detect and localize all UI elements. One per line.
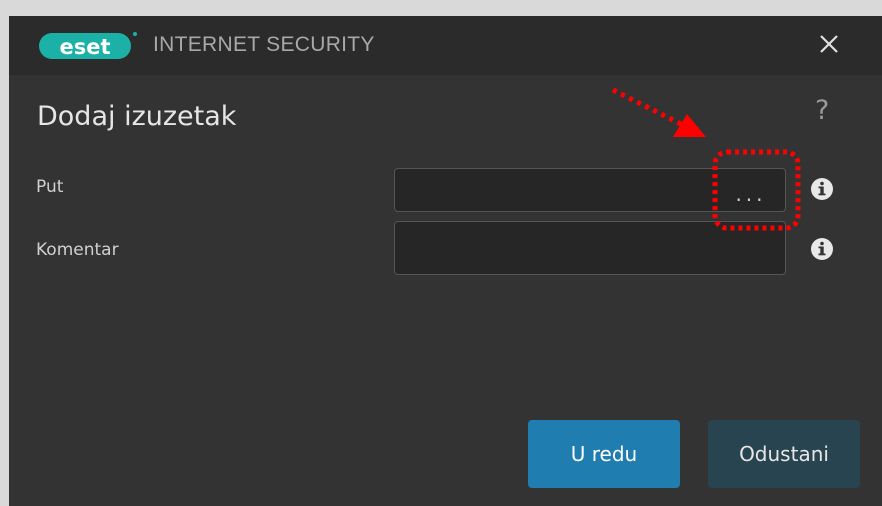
path-info-icon[interactable] <box>810 177 834 201</box>
arrow-icon <box>673 114 706 137</box>
title-bar: eset INTERNET SECURITY <box>9 16 882 75</box>
dialog-window: eset INTERNET SECURITY Dodaj izuzetak ? … <box>9 16 882 506</box>
path-label: Put <box>36 177 64 197</box>
ok-button[interactable]: U redu <box>528 420 680 488</box>
annotation-arrow-line <box>611 87 689 130</box>
comment-label: Komentar <box>36 240 119 260</box>
comment-info-icon[interactable] <box>810 237 834 261</box>
eset-logo: eset <box>39 32 137 59</box>
dialog-title: Dodaj izuzetak <box>37 101 237 132</box>
close-button[interactable] <box>814 29 844 59</box>
product-name: INTERNET SECURITY <box>153 33 375 56</box>
cancel-button[interactable]: Odustani <box>708 420 860 488</box>
help-icon[interactable]: ? <box>815 94 829 128</box>
comment-input[interactable] <box>394 221 786 275</box>
logo-text: eset <box>59 35 110 59</box>
browse-button[interactable]: ... <box>716 168 786 212</box>
close-icon <box>820 35 838 53</box>
